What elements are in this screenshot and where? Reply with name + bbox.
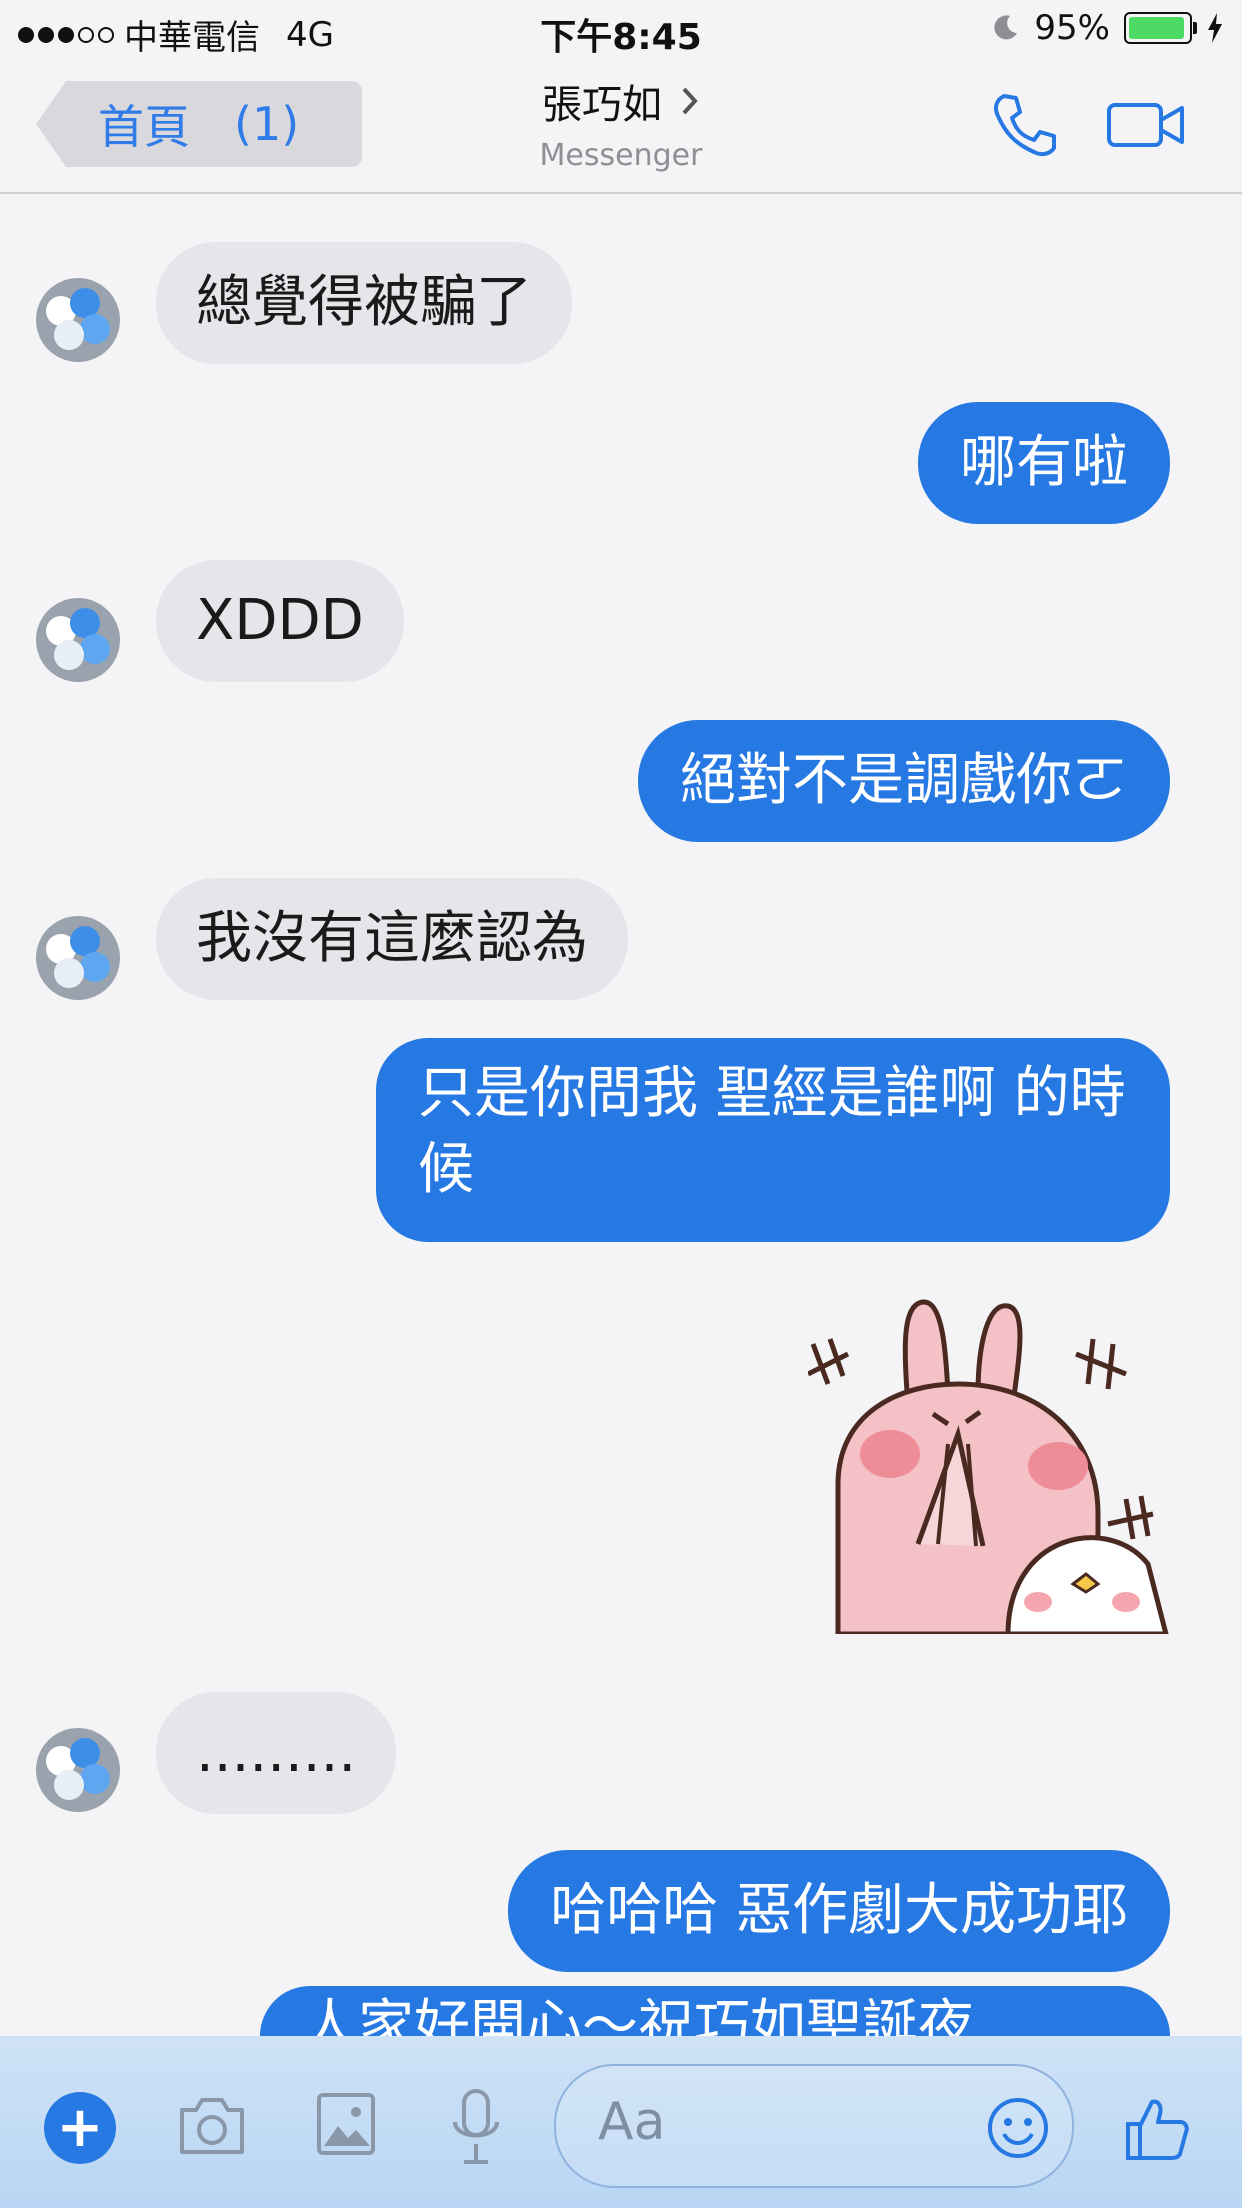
outgoing-message[interactable]: 只是你問我 聖經是誰啊 的時候 <box>376 1038 1170 1242</box>
outgoing-message[interactable]: 哪有啦 <box>918 402 1170 524</box>
input-placeholder: Aa <box>598 2092 666 2152</box>
incoming-message[interactable]: 總覺得被騙了 <box>156 242 572 364</box>
contact-avatar[interactable] <box>36 1728 120 1812</box>
incoming-message[interactable]: ......... <box>156 1692 397 1814</box>
bunny-praying-sticker[interactable] <box>808 1284 1170 1634</box>
plus-icon[interactable]: + <box>44 2092 116 2164</box>
video-call-icon[interactable] <box>1106 100 1186 150</box>
outgoing-message[interactable]: 哈哈哈 惡作劇大成功耶 <box>508 1850 1170 1972</box>
emoji-icon[interactable] <box>986 2096 1050 2160</box>
charging-icon <box>1208 13 1222 43</box>
status-bar: 中華電信 4G 下午8:45 95% <box>0 0 1242 60</box>
conversation-header: 首頁 (1) 張巧如 Messenger <box>0 60 1242 194</box>
contact-avatar[interactable] <box>36 278 120 362</box>
contact-name: 張巧如 <box>542 82 662 128</box>
battery-percent: 95% <box>1034 8 1110 48</box>
incoming-message[interactable]: 我沒有這麼認為 <box>156 878 628 1000</box>
contact-avatar[interactable] <box>36 916 120 1000</box>
chevron-right-icon <box>682 87 698 115</box>
moon-icon <box>994 15 1018 40</box>
message-composer: + Aa <box>0 2036 1242 2208</box>
thumbs-up-icon[interactable] <box>1124 2096 1190 2162</box>
outgoing-message[interactable]: 絕對不是調戲你ㄛ <box>638 720 1170 842</box>
phone-call-icon[interactable] <box>990 90 1060 160</box>
incoming-message[interactable]: XDDD <box>156 560 404 682</box>
microphone-icon[interactable] <box>450 2088 502 2166</box>
camera-icon[interactable] <box>176 2094 248 2156</box>
image-icon[interactable] <box>316 2092 376 2156</box>
outgoing-message[interactable]: 人家好開心～祝巧如聖誕夜 <box>260 1986 1170 2036</box>
contact-avatar[interactable] <box>36 598 120 682</box>
status-right: 95% <box>990 8 1224 48</box>
message-input[interactable]: Aa <box>554 2064 1074 2188</box>
battery-icon <box>1124 12 1197 44</box>
